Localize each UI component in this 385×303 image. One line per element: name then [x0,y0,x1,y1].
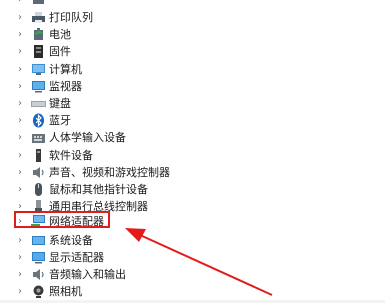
annotation-arrow [125,228,273,296]
